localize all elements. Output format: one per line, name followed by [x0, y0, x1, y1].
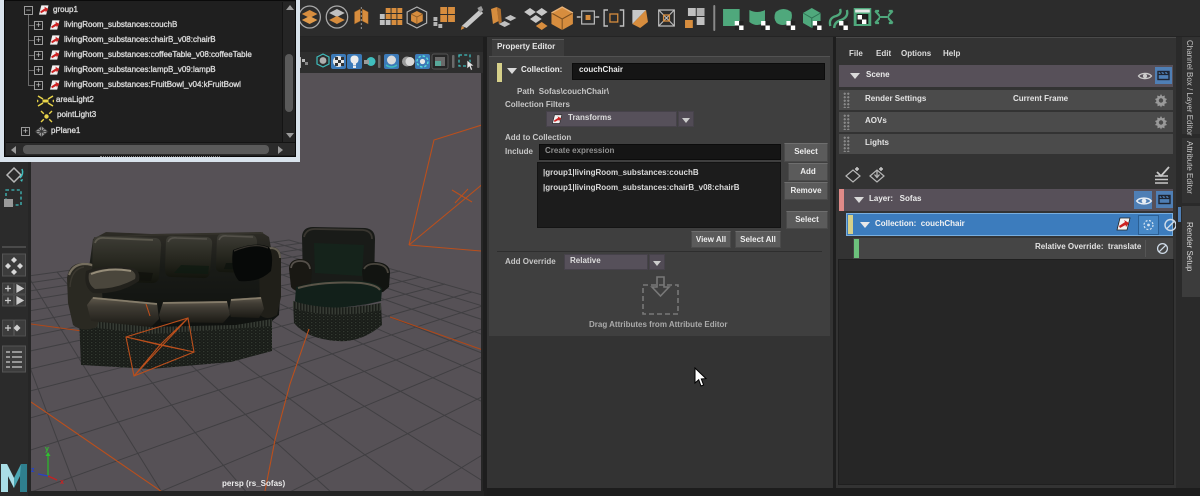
svg-text:x: x — [60, 479, 64, 486]
svg-text:y: y — [45, 446, 49, 453]
svg-text:z: z — [31, 467, 35, 474]
svg-text:persp (rs_Sofas): persp (rs_Sofas) — [222, 479, 285, 488]
